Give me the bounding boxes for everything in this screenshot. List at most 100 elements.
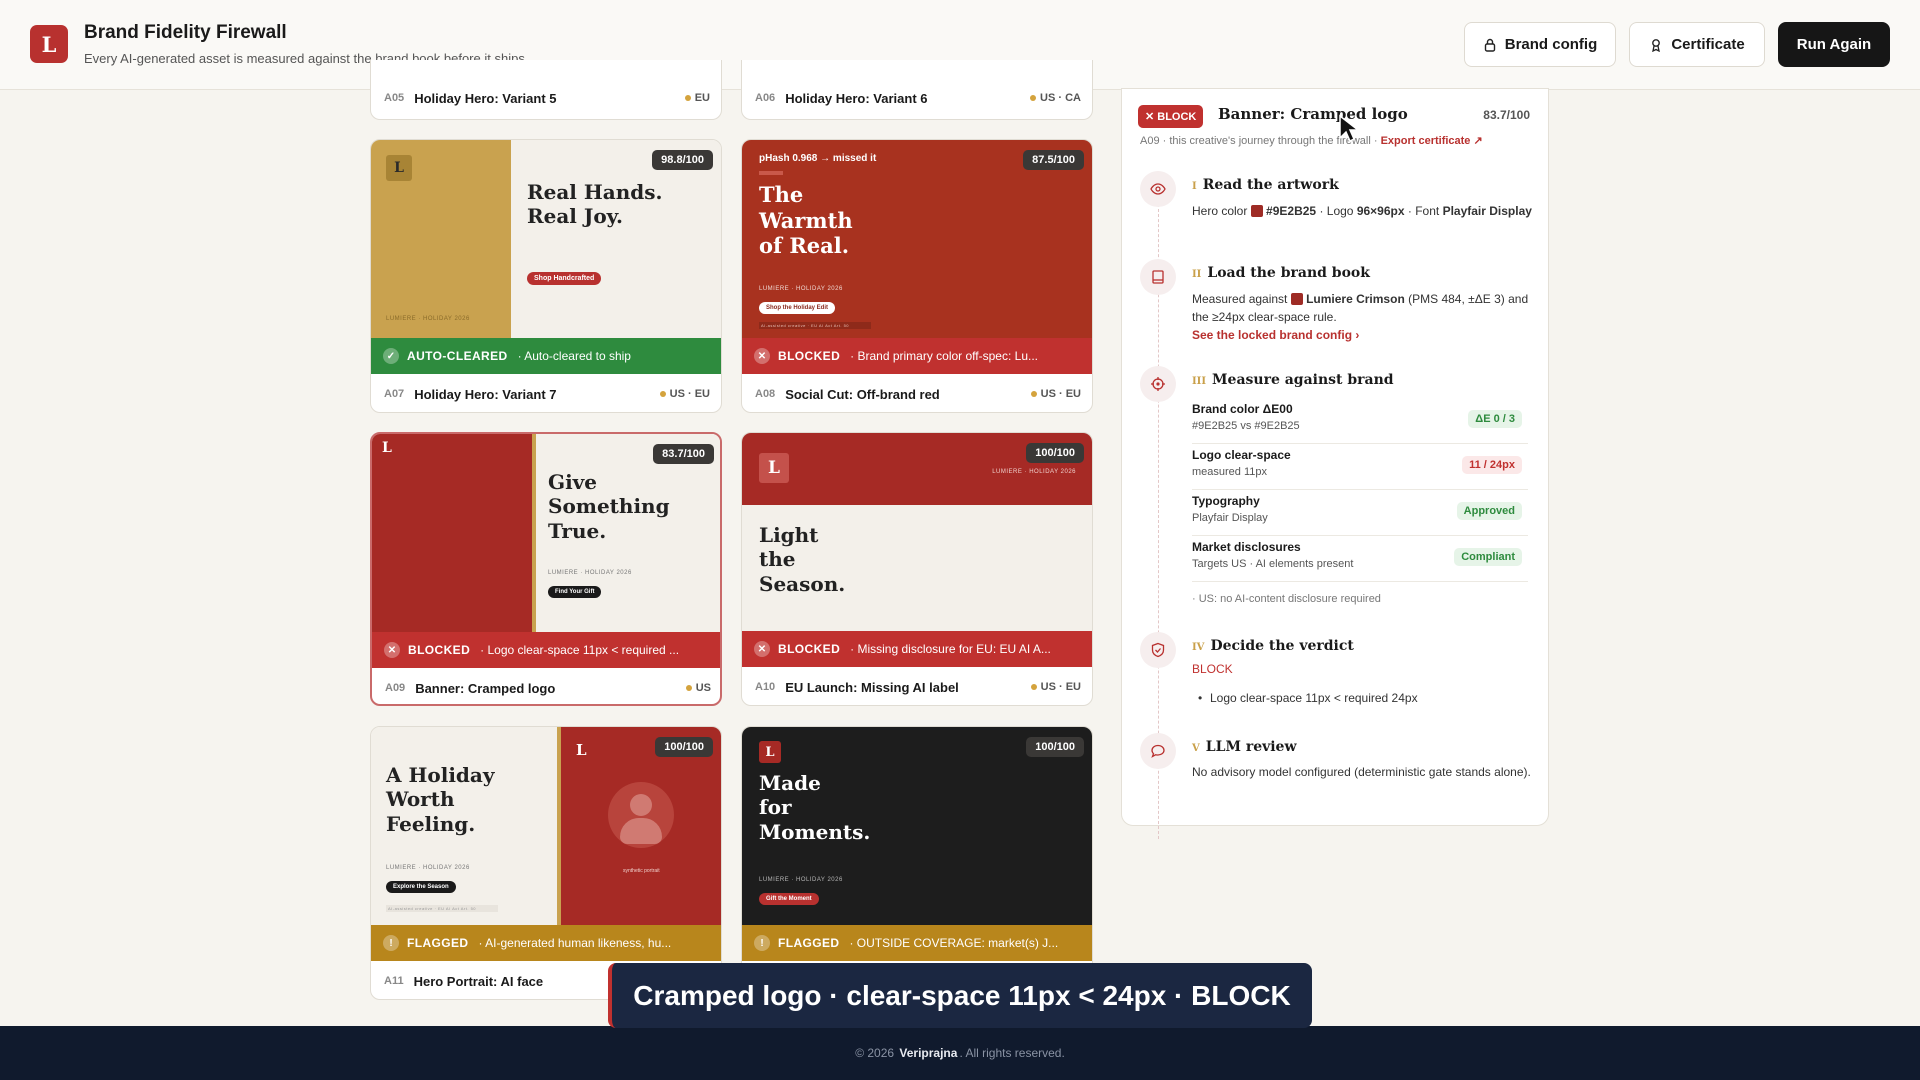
asset-id: A07 — [384, 388, 405, 400]
certificate-button[interactable]: Certificate — [1629, 22, 1765, 67]
card-footer: A10 EU Launch: Missing AI label US · EU — [742, 667, 1092, 705]
status-text: · Auto-cleared to ship — [517, 349, 631, 363]
status-label: FLAGGED — [407, 936, 469, 950]
score-badge: 83.7/100 — [653, 444, 714, 464]
asset-name: Hero Portrait: AI face — [413, 973, 544, 989]
ai-disclosure-fine-print: AI-assisted creative · EU AI Act Art. 50 — [759, 322, 871, 329]
artwork-tag: LUMIERE · HOLIDAY 2026 — [992, 469, 1076, 475]
artwork-preview: L Made for Moments. LUMIERE · HOLIDAY 2026… — [742, 727, 1092, 925]
asset-markets: US · CA — [1030, 92, 1081, 104]
asset-markets-text: US · EU — [669, 388, 710, 400]
verdict-reason: • Logo clear-space 11px < required 24px — [1198, 691, 1418, 705]
panel-score: 83.7/100 — [1483, 108, 1530, 122]
status-bar: ✓ AUTO-CLEARED · Auto-cleared to ship — [371, 338, 721, 374]
artwork-cta: Shop the Holiday Edit — [759, 302, 836, 314]
verdict-toast: Cramped logo · clear-space 11px < 24px ·… — [608, 963, 1312, 1028]
asset-card-a11[interactable]: L synthetic portrait A Holiday Worth Feeli… — [370, 726, 722, 1000]
artwork-headline: Give Something True. — [548, 470, 670, 543]
asset-markets-text: US — [695, 682, 711, 694]
market-dot — [684, 95, 691, 101]
score-badge: 87.5/100 — [1023, 150, 1084, 170]
score-badge: 98.8/100 — [652, 150, 713, 170]
asset-card-a09[interactable]: L Give Something True. LUMIERE · HOLIDAY 2… — [370, 432, 722, 706]
disclosure-note: · US: no AI-content disclosure required — [1192, 593, 1381, 605]
artwork-logo: L — [382, 440, 392, 456]
chat-icon — [1140, 733, 1176, 769]
asset-markets-text: EU — [694, 92, 710, 104]
step-title-verdict: IV Decide the verdict — [1192, 638, 1354, 654]
artwork-preview: pHash 0.968 → missed it The Warmth of Real… — [742, 140, 1092, 338]
measure-badge: Approved — [1456, 502, 1522, 520]
asset-name: EU Launch: Missing AI label — [785, 679, 959, 695]
artwork-logo: L — [759, 741, 781, 763]
book-icon — [1140, 259, 1176, 295]
artwork-logo: L — [386, 155, 412, 181]
artwork-cta: Shop Handcrafted — [527, 272, 602, 285]
artwork-headline: Real Hands. Real Joy. — [527, 180, 663, 229]
score-badge: 100/100 — [655, 737, 713, 757]
measure-row-color: Brand color ΔE00 #9E2B25 vs #9E2B25 ΔE 0 … — [1192, 398, 1528, 444]
measure-badge: 11 / 24px — [1462, 456, 1522, 474]
ai-disclosure-fine-print: AI-assisted creative · EU AI Act Art. 50 — [386, 905, 498, 912]
shield-icon — [1140, 632, 1176, 668]
asset-markets-text: US · EU — [1040, 388, 1081, 400]
measure-row-disclosures: Market disclosures Targets US · AI elemen… — [1192, 536, 1528, 582]
step-title-read: I Read the artwork — [1192, 177, 1339, 193]
export-certificate-link[interactable]: Export certificate ↗ — [1381, 135, 1483, 147]
asset-card-a10[interactable]: L LUMIERE · HOLIDAY 2026 Light the Season.… — [741, 432, 1093, 706]
run-again-button[interactable]: Run Again — [1778, 22, 1890, 67]
status-label: BLOCKED — [408, 643, 471, 657]
step-load-details: Measured against Lumiere Crimson (PMS 48… — [1192, 292, 1529, 342]
award-icon — [1652, 38, 1661, 52]
asset-card-a06[interactable]: A06 Holiday Hero: Variant 6 US · CA — [741, 60, 1093, 120]
artwork-cta: Find Your Gift — [548, 586, 602, 598]
brand-config-link[interactable]: See the locked brand config › — [1192, 328, 1359, 342]
score-badge: 100/100 — [1026, 443, 1084, 463]
asset-card-a08[interactable]: pHash 0.968 → missed it The Warmth of Real… — [741, 139, 1093, 413]
asset-name: Holiday Hero: Variant 7 — [414, 386, 557, 402]
artwork-tag: LUMIERE · HOLIDAY 2026 — [386, 316, 470, 322]
asset-id: A09 — [385, 682, 406, 694]
artwork-logo: L — [576, 741, 587, 759]
asset-markets-text: US · CA — [1040, 92, 1081, 104]
asset-markets: US · EU — [1030, 681, 1081, 693]
asset-card-a05[interactable]: A05 Holiday Hero: Variant 5 EU — [370, 60, 722, 120]
asset-id: A10 — [755, 681, 776, 693]
measure-badge: Compliant — [1454, 548, 1522, 566]
status-text: · Missing disclosure for EU: EU AI A... — [850, 642, 1051, 656]
brand-config-button[interactable]: Brand config — [1464, 22, 1616, 67]
lock-icon — [1484, 38, 1495, 52]
status-text: · Logo clear-space 11px < required ... — [480, 643, 680, 657]
alert-icon: ! — [383, 935, 399, 951]
page-footer: © 2026 Veriprajna. All rights reserved. — [0, 1026, 1920, 1080]
artwork-headline: Light the Season. — [759, 523, 846, 596]
step-read-details: Hero color #9E2B25 · Logo 96×96px · Font… — [1192, 204, 1532, 218]
card-footer: A07 Holiday Hero: Variant 7 US · EU — [371, 374, 721, 412]
status-text: · OUTSIDE COVERAGE: market(s) J... — [849, 936, 1059, 950]
app-logo: L — [30, 25, 68, 63]
market-dot — [1030, 684, 1037, 690]
status-label: BLOCKED — [778, 349, 841, 363]
status-bar: ✕ BLOCKED · Brand primary color off-spec… — [742, 338, 1092, 374]
asset-card-a12[interactable]: L Made for Moments. LUMIERE · HOLIDAY 2026… — [741, 726, 1093, 1000]
verdict-badge: ✕ BLOCK — [1138, 105, 1204, 128]
target-icon — [1140, 366, 1176, 402]
artwork-tag: LUMIERE · HOLIDAY 2026 — [386, 865, 470, 871]
llm-review-text: No advisory model configured (determinis… — [1192, 765, 1531, 779]
step-title-llm: V LLM review — [1192, 739, 1297, 755]
panel-subtitle: A09 · this creative's journey through th… — [1140, 134, 1483, 147]
footer-brand: Veriprajna — [899, 1046, 958, 1060]
measure-row-clearspace: Logo clear-space measured 11px 11 / 24px — [1192, 444, 1528, 490]
card-footer: A09 Banner: Cramped logo US — [372, 668, 720, 704]
panel-title: Banner: Cramped logo — [1218, 105, 1408, 123]
x-circle-icon: ✕ — [384, 642, 400, 658]
asset-card-a07[interactable]: L Real Hands. Real Joy. Shop Handcrafted … — [370, 139, 722, 413]
artwork-preview: L Give Something True. LUMIERE · HOLIDAY 2… — [372, 434, 720, 632]
asset-name: Holiday Hero: Variant 5 — [414, 90, 557, 106]
verdict-value: BLOCK — [1192, 662, 1233, 676]
status-label: BLOCKED — [778, 642, 841, 656]
asset-detail-panel: ✕ BLOCK Banner: Cramped logo 83.7/100 A0… — [1121, 88, 1549, 839]
app-title: Brand Fidelity Firewall — [84, 22, 287, 43]
eye-icon — [1140, 171, 1176, 207]
asset-markets-text: US · EU — [1040, 681, 1081, 693]
